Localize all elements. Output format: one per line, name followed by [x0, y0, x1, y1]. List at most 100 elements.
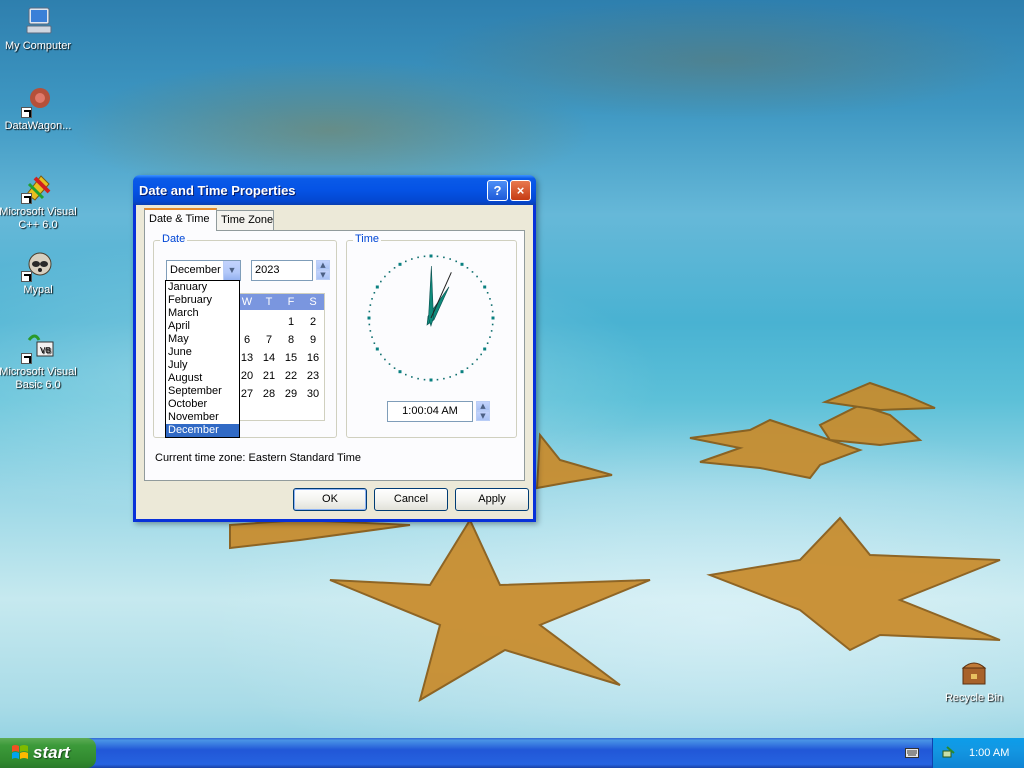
taskbar-clock[interactable]: 1:00 AM	[969, 747, 1009, 759]
help-button[interactable]: ?	[487, 180, 508, 201]
calendar-day[interactable]: 23	[302, 368, 324, 384]
desktop-icon-label: DataWagon...	[4, 120, 72, 132]
close-button[interactable]: ×	[510, 180, 531, 201]
month-option[interactable]: June	[166, 346, 239, 359]
calendar-day[interactable]: 14	[258, 350, 280, 366]
calendar-day[interactable]: 7	[258, 332, 280, 348]
clock-hour-tick	[460, 370, 464, 374]
spin-down-icon[interactable]: ▼	[316, 270, 330, 280]
clock-minute-tick	[371, 336, 373, 338]
clock-minute-tick	[417, 256, 419, 259]
clock-minute-tick	[491, 323, 494, 326]
apply-button[interactable]: Apply	[455, 488, 529, 511]
year-field-value: 2023	[255, 264, 280, 276]
calendar-day[interactable]: 29	[280, 386, 302, 402]
calendar-day[interactable]: 22	[280, 368, 302, 384]
calendar-day[interactable]: 30	[302, 386, 324, 402]
month-dropdown[interactable]: December ▼	[166, 260, 241, 281]
clock-hour-tick	[460, 262, 464, 266]
recycle-bin-icon	[957, 656, 991, 690]
ok-button[interactable]: OK	[293, 488, 367, 511]
clock-minute-tick	[455, 373, 458, 376]
month-option[interactable]: March	[166, 307, 239, 320]
desktop-icon-visual-basic[interactable]: VB Microsoft Visual Basic 6.0	[0, 330, 78, 392]
time-spinner[interactable]: ▲ ▼	[476, 401, 490, 422]
clock-minute-tick	[471, 363, 474, 365]
network-icon[interactable]	[942, 746, 958, 760]
spin-up-icon[interactable]: ▲	[316, 260, 330, 270]
date-group-label: Date	[160, 233, 188, 245]
calendar-day[interactable]: 16	[302, 350, 324, 366]
calendar-day[interactable]: 21	[258, 368, 280, 384]
clock-minute-tick	[476, 358, 478, 361]
title-bar[interactable]: Date and Time Properties ? ×	[133, 175, 536, 205]
clock-minute-tick	[490, 304, 493, 306]
month-option[interactable]: July	[166, 359, 239, 372]
month-option[interactable]: February	[166, 294, 239, 307]
datawagon-icon	[21, 84, 55, 118]
clock-hour-tick	[491, 316, 495, 320]
clock-minute-tick	[411, 258, 413, 260]
month-dropdown-list[interactable]: January February March April May June July Augu…	[165, 280, 240, 438]
desktop-icon-my-computer[interactable]: My Computer	[0, 4, 78, 53]
clock-minute-tick	[455, 260, 458, 263]
clock-minute-tick	[393, 267, 396, 269]
desktop-icon-recycle-bin[interactable]: Recycle Bin	[934, 656, 1014, 705]
month-option[interactable]: April	[166, 320, 239, 333]
clock-minute-tick	[490, 330, 493, 332]
calendar-day[interactable]: 2	[302, 314, 324, 330]
clock-minute-tick	[388, 363, 391, 365]
calendar-day[interactable]: 8	[280, 332, 302, 348]
clock-minute-tick	[417, 377, 419, 380]
chevron-down-icon[interactable]: ▼	[223, 261, 240, 280]
month-option[interactable]: November	[166, 411, 239, 424]
clock-minute-tick	[443, 256, 445, 259]
spin-down-icon[interactable]: ▼	[476, 411, 490, 421]
spin-up-icon[interactable]: ▲	[476, 401, 490, 411]
month-option[interactable]: January	[166, 281, 239, 294]
shortcut-arrow-icon	[21, 353, 32, 364]
clock-minute-tick	[449, 376, 451, 378]
desktop-icon-label: Microsoft Visual C++ 6.0	[0, 206, 77, 231]
calendar-day[interactable]: 28	[258, 386, 280, 402]
taskbar: start 1:00 AM	[0, 738, 1024, 768]
keyboard-icon[interactable]	[905, 747, 919, 759]
clock-minute-tick	[380, 280, 382, 283]
weekday-label: F	[287, 296, 295, 308]
current-timezone-text: Current time zone: Eastern Standard Time	[155, 452, 362, 464]
desktop-icon-visual-cpp[interactable]: Microsoft Visual C++ 6.0	[0, 170, 78, 232]
help-icon: ?	[493, 183, 502, 198]
cancel-button[interactable]: Cancel	[374, 488, 448, 511]
desktop-icon-label: Mypal	[23, 284, 53, 296]
computer-icon	[21, 4, 55, 38]
calendar-day[interactable]: 1	[280, 314, 302, 330]
month-option[interactable]: December	[166, 424, 239, 437]
clock-minute-tick	[443, 377, 445, 380]
clock-minute-tick	[489, 336, 491, 338]
clock-minute-tick	[368, 323, 371, 326]
tab-time-zone[interactable]: Time Zone	[216, 210, 274, 230]
clock-hour-tick	[483, 285, 487, 289]
month-option[interactable]: October	[166, 398, 239, 411]
calendar-day[interactable]: 9	[302, 332, 324, 348]
start-button[interactable]: start	[0, 738, 96, 768]
month-option[interactable]: August	[166, 372, 239, 385]
weekday-label: T	[265, 296, 273, 308]
clock-minute-tick	[388, 271, 391, 273]
desktop-icon-datawagon[interactable]: DataWagon...	[0, 84, 78, 133]
clock-hour-tick	[429, 254, 433, 258]
clock-minute-tick	[384, 275, 386, 278]
desktop-icon-mypal[interactable]: Mypal	[0, 248, 78, 297]
tab-date-time[interactable]: Date & Time	[144, 208, 217, 231]
month-option[interactable]: May	[166, 333, 239, 346]
time-input[interactable]: 1:00:04 AM	[387, 401, 473, 422]
clock-minute-tick	[404, 373, 407, 376]
desktop-icon-label: Recycle Bin	[944, 692, 1004, 704]
time-input-value: 1:00:04 AM	[402, 405, 458, 417]
calendar-day[interactable]: 15	[280, 350, 302, 366]
year-field[interactable]: 2023	[251, 260, 313, 281]
system-tray: 1:00 AM	[932, 738, 1024, 768]
month-option[interactable]: September	[166, 385, 239, 398]
year-spinner[interactable]: ▲ ▼	[316, 260, 330, 281]
mypal-icon	[21, 248, 55, 282]
